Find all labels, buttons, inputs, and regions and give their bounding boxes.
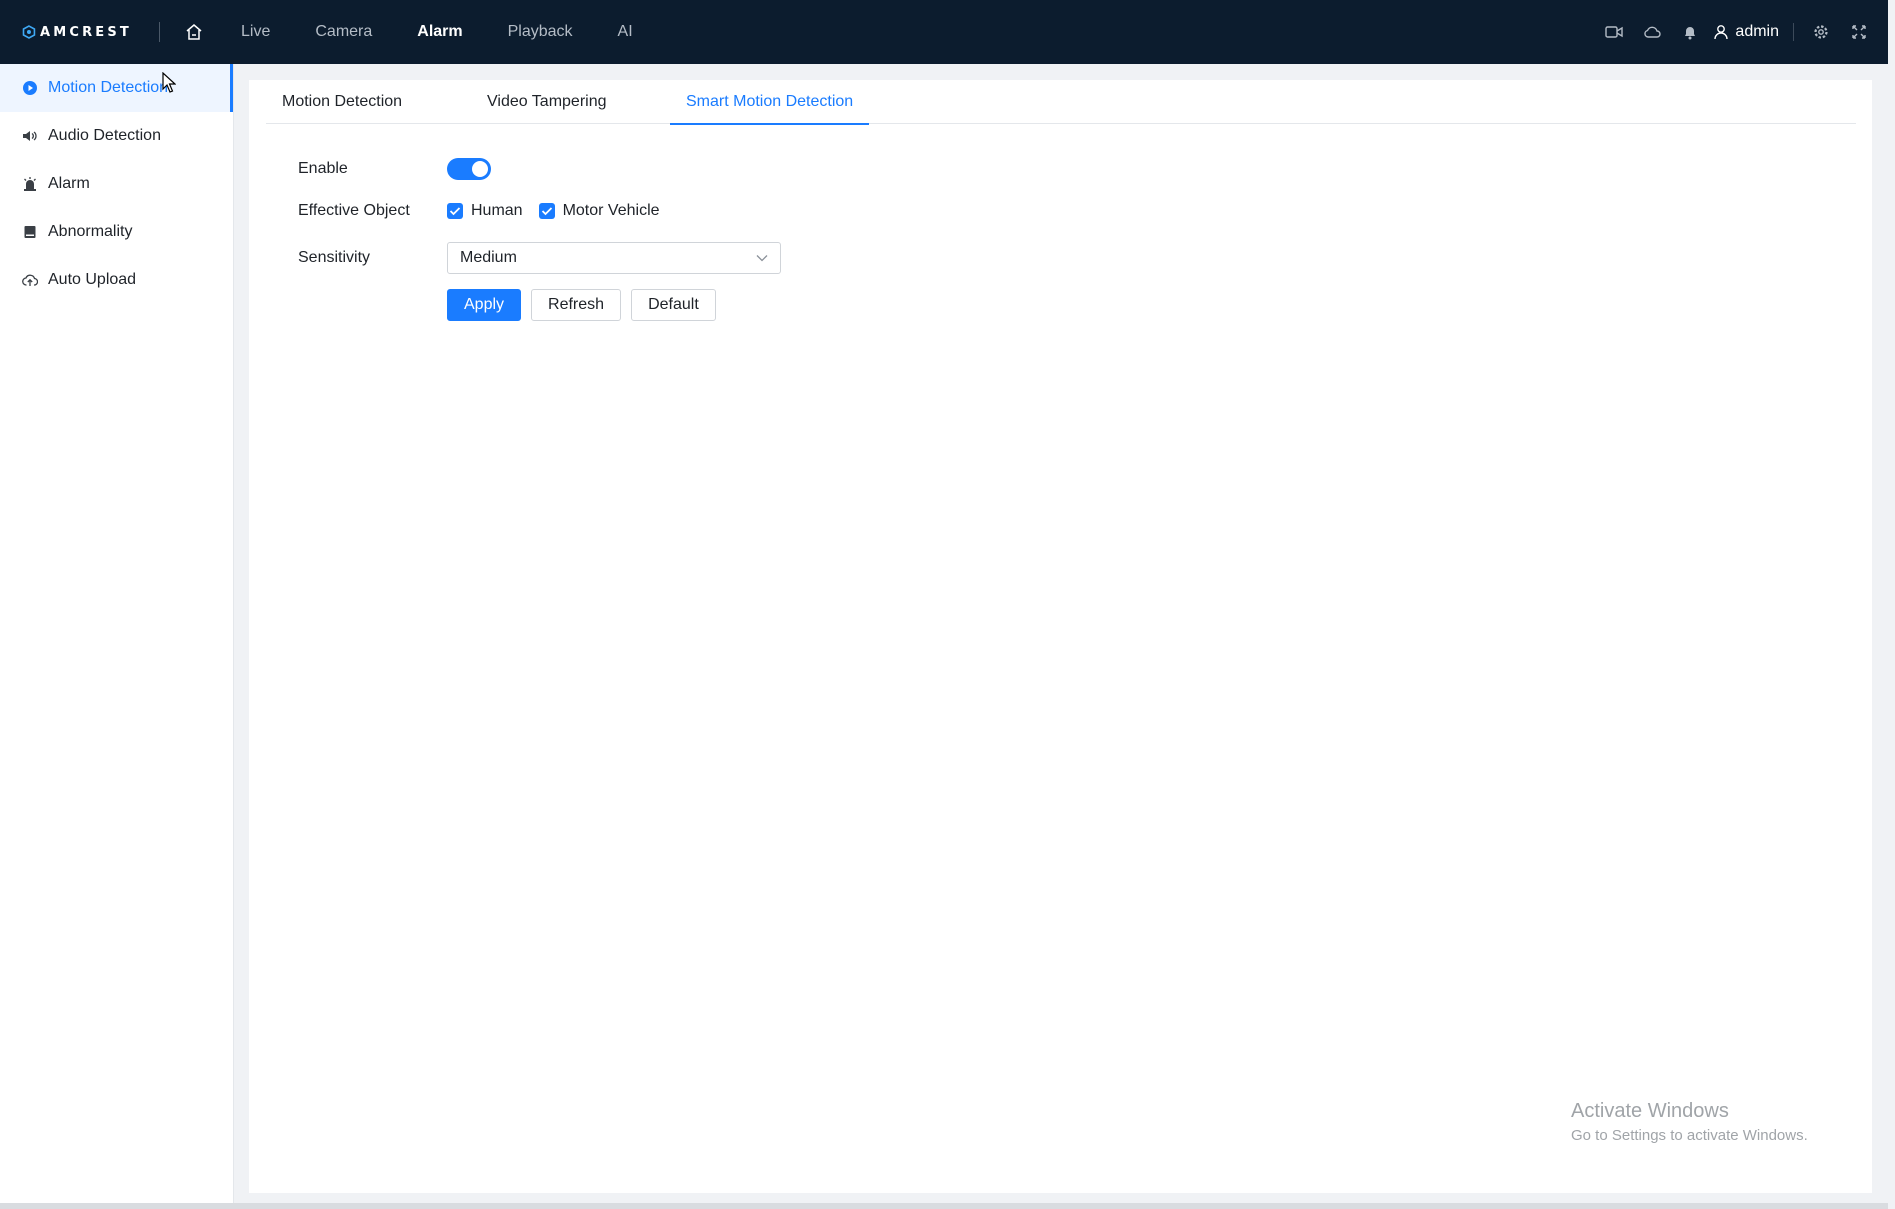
- main-nav: Live Camera Alarm Playback AI: [241, 0, 678, 64]
- checkmark-icon: [447, 203, 463, 219]
- sensitivity-value: Medium: [460, 249, 517, 266]
- sidebar-item-label: Motion Detection: [48, 79, 169, 96]
- sidebar-item-motion-detection[interactable]: Motion Detection: [0, 64, 233, 112]
- toggle-knob: [472, 161, 488, 177]
- sidebar-item-audio-detection[interactable]: Audio Detection: [0, 112, 233, 160]
- home-icon: [186, 24, 202, 40]
- divider: [159, 22, 160, 42]
- logo-text: AMCREST: [39, 24, 132, 40]
- alarm-icon: [22, 176, 38, 192]
- enable-row: Enable: [298, 158, 781, 180]
- sidebar-item-label: Abnormality: [48, 223, 133, 240]
- fullscreen-button[interactable]: [1848, 21, 1870, 43]
- bell-icon: [1685, 27, 1696, 40]
- apply-button[interactable]: Apply: [447, 289, 522, 321]
- tab-smart-motion-detection[interactable]: Smart Motion Detection: [670, 80, 870, 125]
- enable-label: Enable: [298, 160, 348, 177]
- nav-ai[interactable]: AI: [618, 23, 633, 41]
- action-buttons: Apply Refresh Default: [447, 289, 781, 321]
- effective-object-row: Effective Object Human Motor Vehicle: [298, 200, 781, 222]
- fullscreen-icon: [1852, 25, 1866, 39]
- sidebar-item-label: Auto Upload: [48, 271, 137, 288]
- settings-button[interactable]: [1810, 21, 1832, 43]
- sidebar-item-label: Alarm: [48, 175, 90, 192]
- human-checkbox[interactable]: Human: [447, 202, 523, 220]
- sidebar-item-auto-upload[interactable]: Auto Upload: [0, 256, 233, 304]
- checkmark-icon: [538, 203, 555, 219]
- nav-camera[interactable]: Camera: [315, 23, 372, 41]
- main-panel: Motion Detection Video Tampering Smart M…: [249, 80, 1872, 1193]
- watermark-subtitle: Go to Settings to activate Windows.: [1571, 1127, 1808, 1144]
- speaker-icon: [22, 128, 38, 144]
- mouse-cursor-icon: [162, 72, 176, 93]
- cloud-button[interactable]: [1641, 21, 1663, 43]
- enable-toggle[interactable]: [447, 158, 491, 180]
- refresh-button[interactable]: Refresh: [531, 289, 622, 321]
- play-circle-icon: [22, 80, 38, 96]
- sidebar-item-abnormality[interactable]: Abnormality: [0, 208, 233, 256]
- sensitivity-label: Sensitivity: [298, 249, 371, 266]
- nav-playback[interactable]: Playback: [508, 23, 573, 41]
- brand-logo[interactable]: AMCREST: [22, 25, 132, 40]
- video-camera-button[interactable]: [1603, 21, 1625, 43]
- default-button[interactable]: Default: [631, 289, 716, 321]
- amcrest-logo-icon: [22, 25, 36, 39]
- storage-icon: [22, 224, 38, 240]
- tab-bar: Motion Detection Video Tampering Smart M…: [266, 80, 1856, 125]
- username: admin: [1735, 23, 1779, 40]
- activation-watermark: Activate Windows Go to Settings to activ…: [1571, 1100, 1808, 1144]
- sidebar-item-alarm[interactable]: Alarm: [0, 160, 233, 208]
- top-bar: AMCREST Live Camera Alarm Playback AI ad…: [0, 0, 1888, 64]
- nav-alarm[interactable]: Alarm: [417, 23, 462, 41]
- user-menu[interactable]: admin: [1713, 23, 1779, 41]
- sidebar: Motion Detection Audio Detection Alarm A…: [0, 64, 234, 1205]
- smart-motion-form: Enable Effective Object Human Motor Vehi…: [298, 158, 781, 321]
- cloud-upload-icon: [22, 272, 38, 288]
- human-label: Human: [471, 202, 523, 219]
- sensitivity-select[interactable]: Medium: [447, 242, 781, 274]
- header-tools: admin: [1587, 0, 1870, 64]
- video-camera-icon: [1605, 26, 1624, 38]
- divider: [1793, 23, 1794, 41]
- nav-live[interactable]: Live: [241, 23, 270, 41]
- home-button[interactable]: [182, 20, 206, 44]
- motor-vehicle-checkbox[interactable]: Motor Vehicle: [538, 202, 660, 220]
- sidebar-item-label: Audio Detection: [48, 127, 161, 144]
- sensitivity-row: Sensitivity Medium: [298, 242, 781, 274]
- notifications-button[interactable]: [1679, 21, 1701, 43]
- effective-object-label: Effective Object: [298, 202, 410, 219]
- bottom-edge: [0, 1203, 1888, 1209]
- chevron-down-icon: [756, 255, 768, 262]
- tab-video-tampering[interactable]: Video Tampering: [471, 80, 670, 124]
- gear-icon: [1814, 25, 1828, 39]
- cloud-icon: [1644, 26, 1662, 38]
- watermark-title: Activate Windows: [1571, 1100, 1729, 1122]
- motor-vehicle-label: Motor Vehicle: [562, 202, 660, 219]
- user-icon: [1714, 25, 1729, 40]
- tab-motion-detection[interactable]: Motion Detection: [266, 80, 471, 124]
